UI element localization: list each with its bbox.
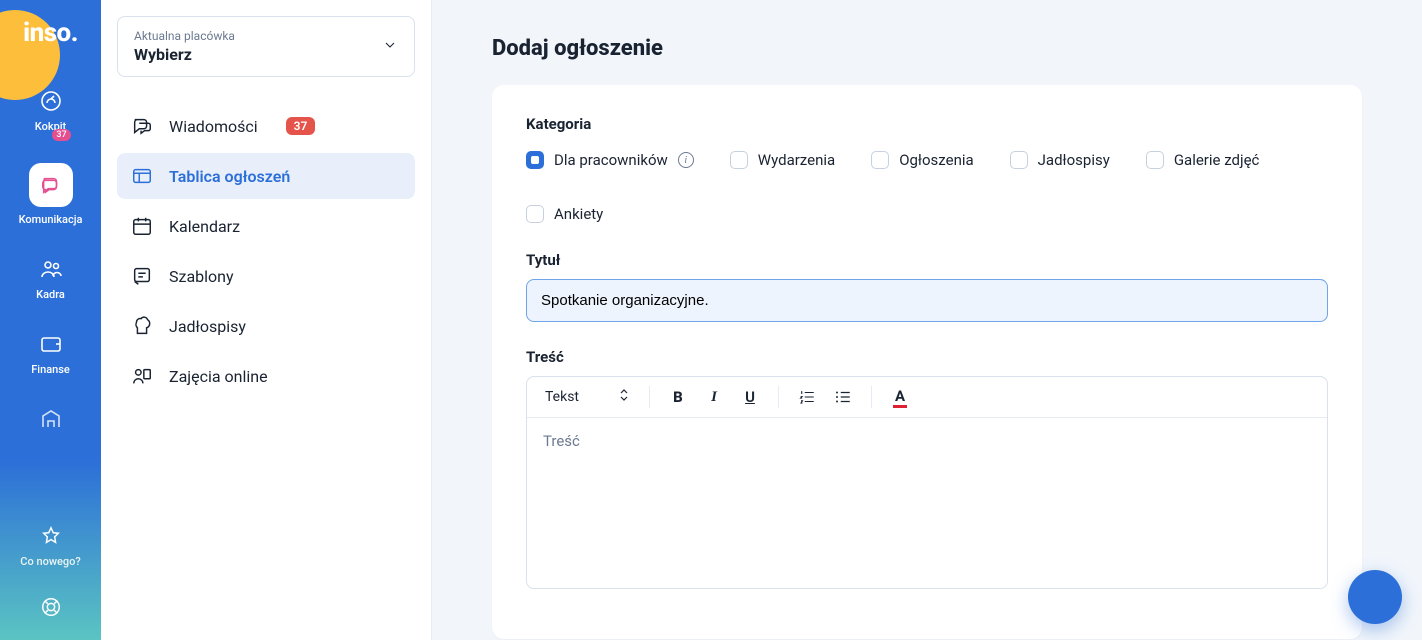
- side-zajecia[interactable]: Zajęcia online: [117, 353, 415, 399]
- side-label: Kalendarz: [169, 217, 240, 236]
- underline-button[interactable]: U: [734, 381, 766, 413]
- facility-hint: Aktualna placówka: [134, 29, 235, 43]
- form-card: Kategoria Dla pracowników i Wydarzenia O…: [492, 85, 1362, 639]
- lifebuoy-icon: [38, 594, 64, 620]
- cat-pracownikow[interactable]: Dla pracowników i: [526, 151, 694, 169]
- italic-button[interactable]: I: [698, 381, 730, 413]
- nav-label: Finanse: [31, 363, 70, 376]
- format-value: Tekst: [545, 389, 579, 405]
- chat-icon: [38, 172, 64, 198]
- side-label: Zajęcia online: [169, 367, 268, 386]
- cat-label: Galerie zdjęć: [1174, 151, 1260, 169]
- nav-help[interactable]: [0, 594, 101, 620]
- chevron-down-icon: [382, 37, 398, 57]
- title-input[interactable]: [526, 279, 1328, 322]
- category-label: Kategoria: [526, 115, 1328, 133]
- bold-button[interactable]: B: [662, 381, 694, 413]
- editor-toolbar: Tekst B I U A: [527, 377, 1327, 418]
- editor-body[interactable]: Treść: [527, 418, 1327, 588]
- cat-ogloszenia[interactable]: Ogłoszenia: [871, 151, 973, 169]
- checkbox-icon: [526, 151, 544, 169]
- info-icon[interactable]: i: [678, 152, 694, 168]
- text-color-button[interactable]: A: [884, 381, 916, 413]
- checkbox-icon: [1146, 151, 1164, 169]
- nav-label: Co nowego?: [20, 555, 80, 568]
- nav-komunikacja[interactable]: 37 Komunikacja: [0, 163, 101, 226]
- checkbox-icon: [526, 205, 544, 223]
- select-caret-icon: [619, 389, 629, 405]
- ordered-list-button[interactable]: [791, 381, 823, 413]
- checkbox-icon: [730, 151, 748, 169]
- wallet-icon: [38, 331, 64, 357]
- calendar-icon: [131, 215, 153, 237]
- nav-kadra[interactable]: Kadra: [0, 256, 101, 301]
- side-badge: 37: [286, 117, 316, 135]
- gauge-icon: [38, 88, 64, 114]
- title-label: Tytuł: [526, 251, 1328, 269]
- page-title: Dodaj ogłoszenie: [492, 36, 1362, 61]
- cat-label: Jadłospisy: [1038, 151, 1110, 169]
- sidebar: Aktualna placówka Wybierz Wiadomości 37 …: [101, 0, 432, 640]
- cat-ankiety[interactable]: Ankiety: [526, 205, 603, 223]
- body-label: Treść: [526, 348, 1328, 366]
- logo: inso.: [23, 18, 78, 48]
- editor: Tekst B I U A: [526, 376, 1328, 589]
- unordered-list-button[interactable]: [827, 381, 859, 413]
- main-content: Dodaj ogłoszenie Kategoria Dla pracownik…: [432, 0, 1422, 640]
- side-label: Tablica ogłoszeń: [169, 167, 290, 186]
- side-menu: Wiadomości 37 Tablica ogłoszeń Kalendarz…: [117, 103, 415, 399]
- checkbox-icon: [871, 151, 889, 169]
- side-tablica[interactable]: Tablica ogłoszeń: [117, 153, 415, 199]
- nav-rail: inso. Kokpit 37 Komunikacja Kadra: [0, 0, 101, 640]
- side-label: Szablony: [169, 267, 234, 286]
- format-select[interactable]: Tekst: [537, 383, 637, 411]
- cat-label: Ogłoszenia: [899, 151, 973, 169]
- side-label: Wiadomości: [169, 117, 258, 136]
- building-icon: [38, 406, 64, 432]
- cat-wydarzenia[interactable]: Wydarzenia: [730, 151, 835, 169]
- online-class-icon: [131, 365, 153, 387]
- toolbar-separator: [871, 386, 872, 408]
- nav-badge: 37: [52, 129, 70, 141]
- nav-extra[interactable]: [0, 406, 101, 432]
- nav-finanse[interactable]: Finanse: [0, 331, 101, 376]
- cat-label: Wydarzenia: [758, 151, 835, 169]
- side-label: Jadłospisy: [169, 317, 246, 336]
- side-szablony[interactable]: Szablony: [117, 253, 415, 299]
- cat-label: Ankiety: [554, 205, 603, 223]
- chat-bubbles-icon: [131, 115, 153, 137]
- template-icon: [131, 265, 153, 287]
- category-group: Dla pracowników i Wydarzenia Ogłoszenia …: [526, 151, 1328, 223]
- chat-icon: [1362, 582, 1388, 612]
- nav-label: Komunikacja: [19, 213, 83, 226]
- nav-rail-items: Kokpit 37 Komunikacja Kadra Finanse: [0, 88, 101, 432]
- cat-jadlospisy[interactable]: Jadłospisy: [1010, 151, 1110, 169]
- facility-value: Wybierz: [134, 45, 235, 64]
- nav-kokpit[interactable]: Kokpit: [0, 88, 101, 133]
- support-chat-button[interactable]: [1348, 570, 1402, 624]
- board-icon: [131, 165, 153, 187]
- toolbar-separator: [649, 386, 650, 408]
- checkbox-icon: [1010, 151, 1028, 169]
- toolbar-separator: [778, 386, 779, 408]
- side-jadlospisy[interactable]: Jadłospisy: [117, 303, 415, 349]
- side-wiadomosci[interactable]: Wiadomości 37: [117, 103, 415, 149]
- cat-label: Dla pracowników: [554, 151, 668, 169]
- facility-select[interactable]: Aktualna placówka Wybierz: [117, 16, 415, 77]
- nav-rail-bottom: Co nowego?: [0, 523, 101, 640]
- nav-whats-new[interactable]: Co nowego?: [0, 523, 101, 568]
- chef-hat-icon: [131, 315, 153, 337]
- cat-galerie[interactable]: Galerie zdjęć: [1146, 151, 1260, 169]
- side-kalendarz[interactable]: Kalendarz: [117, 203, 415, 249]
- people-icon: [38, 256, 64, 282]
- nav-label: Kadra: [36, 288, 65, 301]
- star-icon: [38, 523, 64, 549]
